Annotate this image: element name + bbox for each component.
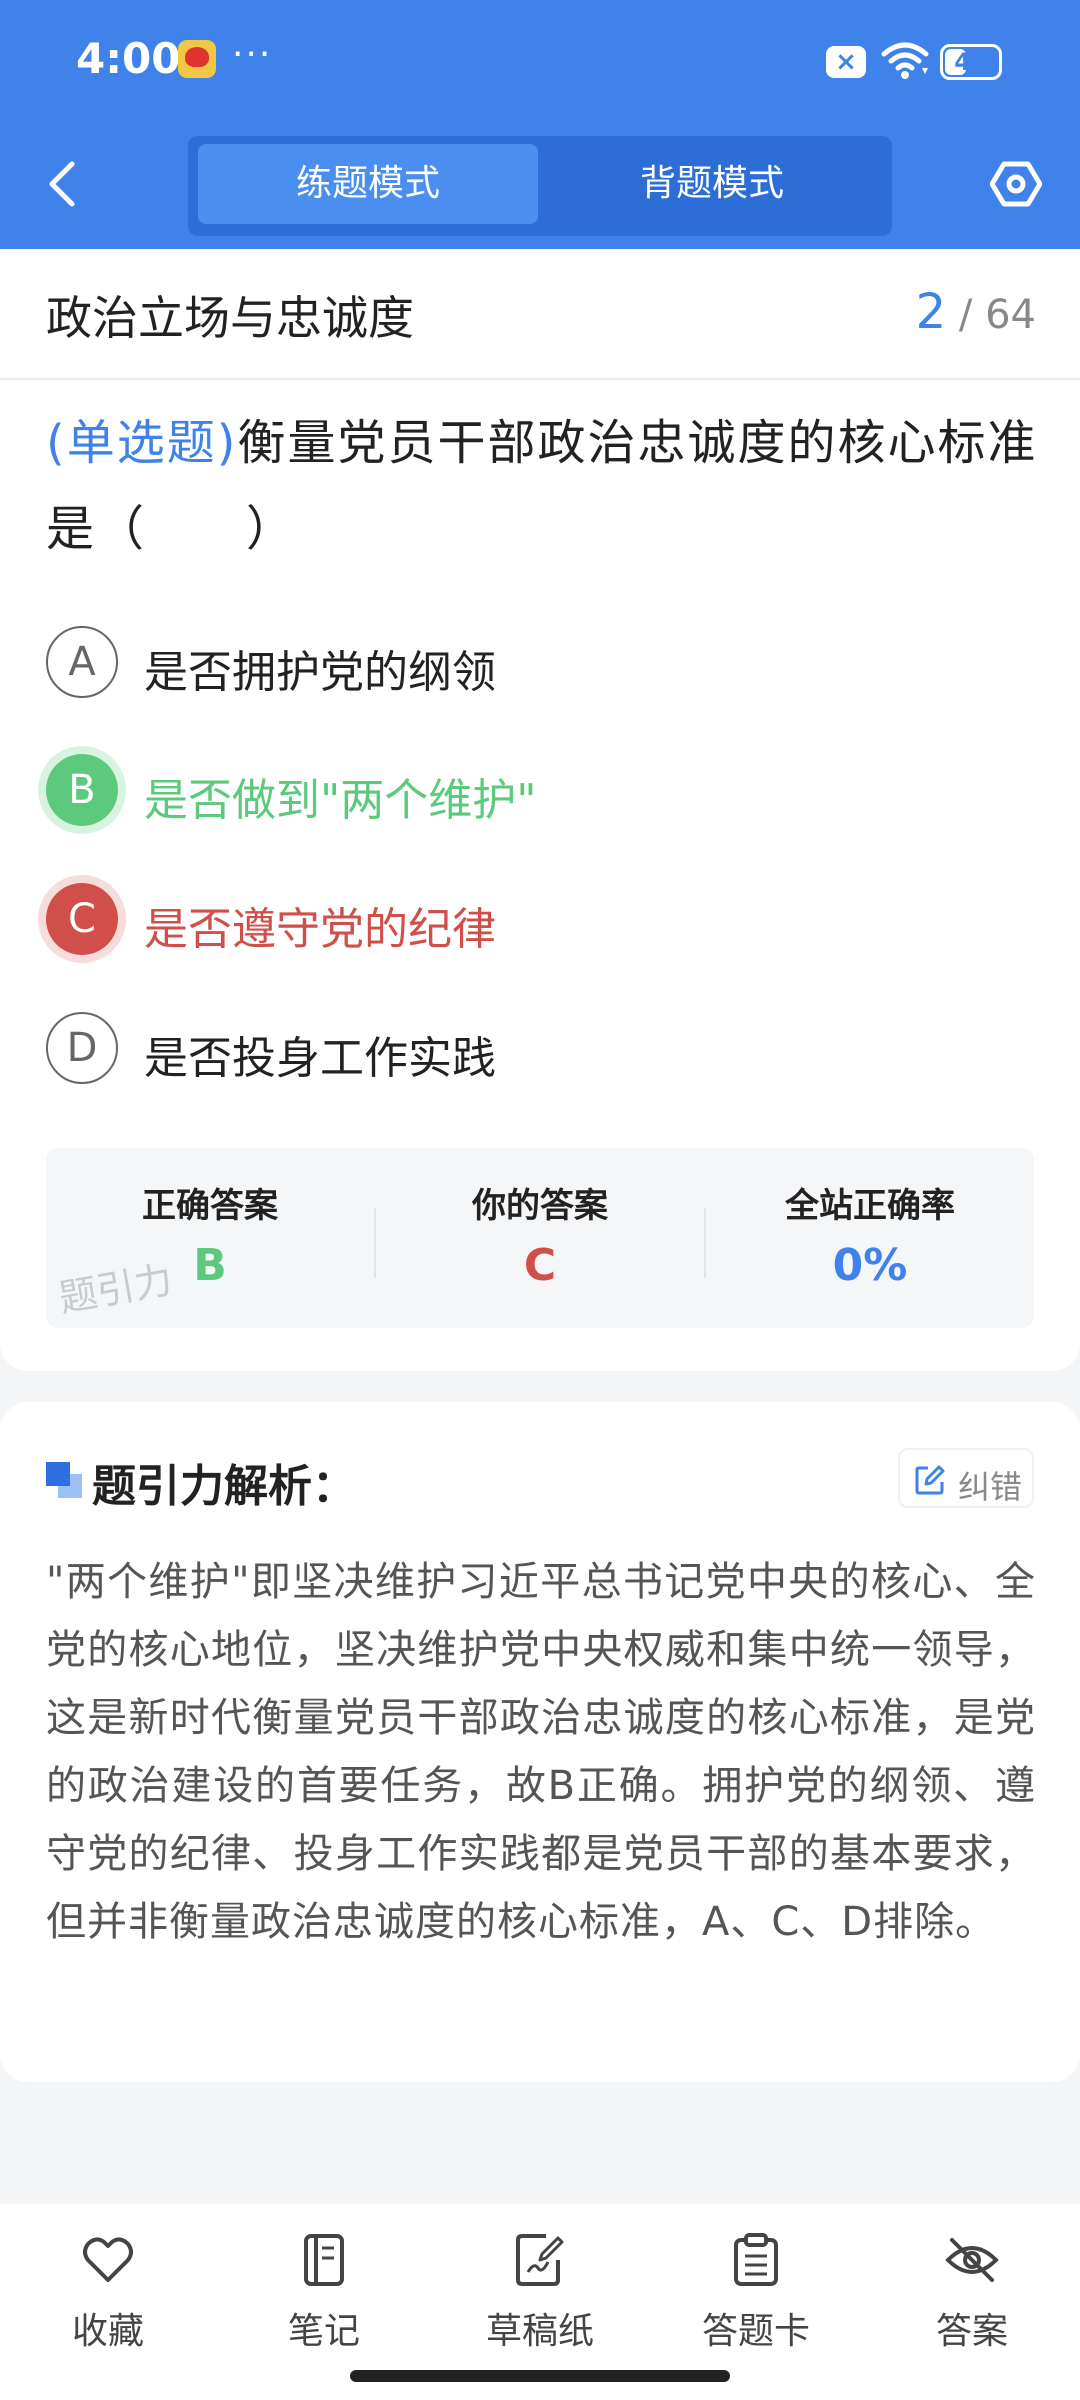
mode-toggle: 练题模式 背题模式	[188, 136, 892, 236]
answer-card-label: 答题卡	[701, 2311, 810, 2352]
answer-summary: 正确答案 B 你的答案 C 全站正确率 0% 题引力	[46, 1148, 1034, 1328]
report-error-label: 纠错	[958, 1468, 1023, 1506]
accuracy-label: 全站正确率	[785, 1186, 955, 1226]
your-answer-column: 你的答案 C	[376, 1148, 704, 1328]
option-key: B	[46, 754, 118, 826]
accuracy-column: 全站正确率 0%	[706, 1148, 1034, 1328]
option-a[interactable]: A 是否拥护党的纲领	[46, 626, 1026, 702]
battery-percentage: 40	[954, 48, 988, 76]
more-notifications-icon: ···	[232, 34, 273, 75]
tab-memorize-mode[interactable]: 背题模式	[542, 144, 882, 224]
accuracy-value: 0%	[832, 1240, 908, 1291]
show-answer-label: 答案	[935, 2311, 1008, 2352]
favorite-button[interactable]: 收藏	[28, 2232, 188, 2362]
draft-paper-label: 草稿纸	[485, 2311, 594, 2352]
analysis-title: 题引力解析：	[92, 1461, 356, 1512]
answer-card-button[interactable]: 答题卡	[676, 2232, 836, 2362]
question-stem: (单选题)衡量党员干部政治忠诚度的核心标准是（ ）	[46, 400, 1046, 572]
back-arrow-icon[interactable]	[42, 158, 82, 210]
option-text: 是否投身工作实践	[144, 1033, 496, 1084]
top-header: 4:00 ··· × 40 练题模式 背题模式	[0, 0, 1080, 249]
question-type: (单选题)	[46, 415, 238, 471]
divider	[0, 378, 1080, 380]
section-title: 政治立场与忠诚度	[46, 291, 414, 345]
option-b[interactable]: B 是否做到"两个维护"	[46, 754, 1026, 830]
report-error-button[interactable]: 纠错	[898, 1448, 1034, 1508]
option-key: C	[46, 883, 118, 955]
your-answer-label: 你的答案	[472, 1186, 608, 1226]
option-text: 是否遵守党的纪律	[144, 904, 496, 955]
eye-off-icon	[945, 2238, 999, 2282]
option-text: 是否做到"两个维护"	[144, 775, 537, 826]
analysis-text: "两个维护"即坚决维护习近平总书记党中央的核心、全党的核心地位，坚决维护党中央权…	[46, 1559, 1036, 1945]
notebook-icon	[304, 2234, 344, 2286]
notes-button[interactable]: 笔记	[244, 2232, 404, 2362]
your-answer-value: C	[523, 1240, 557, 1291]
notes-label: 笔记	[287, 2311, 360, 2352]
question-progress: 2 / 64	[916, 284, 1036, 340]
app-notification-icon	[178, 40, 216, 78]
heart-icon	[83, 2237, 133, 2282]
correct-answer-label: 正确答案	[142, 1186, 278, 1226]
favorite-label: 收藏	[71, 2311, 144, 2352]
answer-card-icon	[734, 2233, 778, 2286]
option-key: A	[46, 626, 118, 698]
draft-paper-icon	[516, 2234, 564, 2286]
show-answer-button[interactable]: 答案	[892, 2232, 1052, 2362]
total-questions: / 64	[958, 292, 1036, 338]
status-bar: 4:00 ··· × 40	[0, 0, 1080, 126]
option-key: D	[46, 1012, 118, 1084]
option-text: 是否拥护党的纲领	[144, 647, 496, 698]
analysis-squares-icon	[46, 1462, 82, 1498]
no-sim-icon: ×	[826, 46, 866, 78]
home-indicator[interactable]	[350, 2370, 730, 2382]
settings-icon[interactable]	[990, 160, 1042, 208]
draft-paper-button[interactable]: 草稿纸	[460, 2232, 620, 2362]
tab-practice-mode[interactable]: 练题模式	[198, 144, 538, 224]
current-question-number: 2	[915, 284, 947, 340]
wifi-icon	[881, 42, 929, 79]
edit-icon	[915, 1465, 945, 1495]
battery-icon: 40	[940, 44, 1002, 80]
status-time: 4:00	[76, 34, 181, 83]
option-c[interactable]: C 是否遵守党的纪律	[46, 883, 1026, 959]
option-d[interactable]: D 是否投身工作实践	[46, 1012, 1026, 1088]
